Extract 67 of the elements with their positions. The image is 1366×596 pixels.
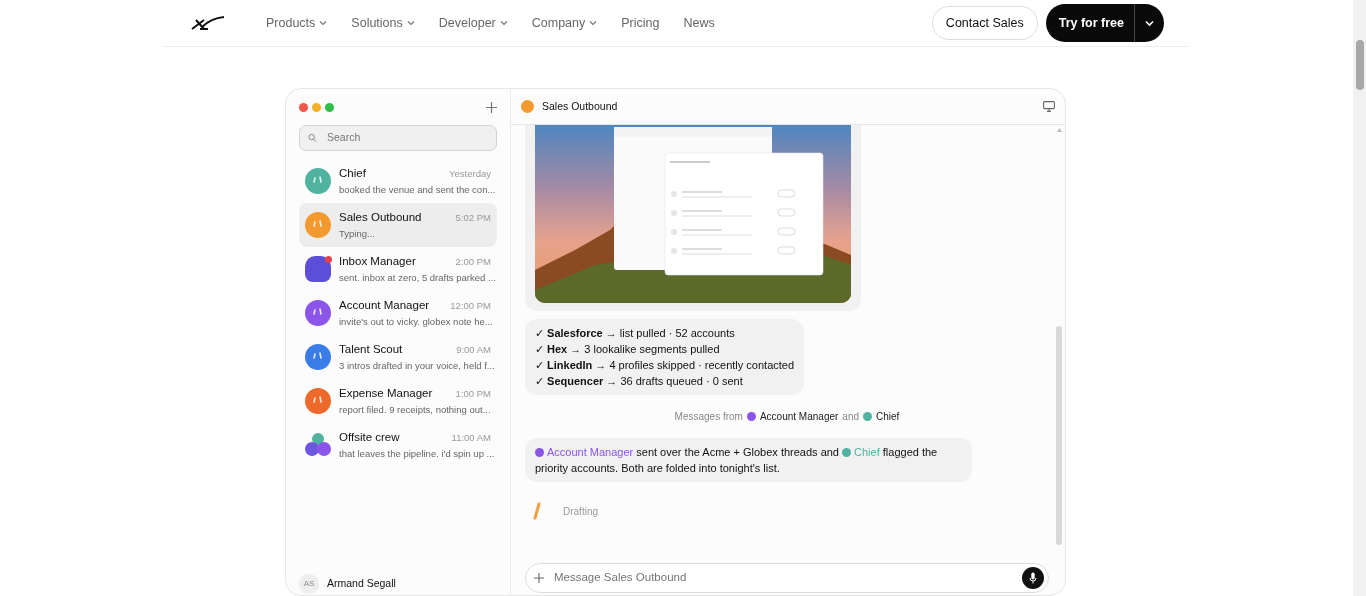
task-step: ✓ Hex → 3 lookalike segments pulled: [535, 341, 795, 357]
dropdown-link[interactable]: Developer: [438, 13, 508, 33]
status-text: Drafting: [563, 504, 598, 519]
message-preview: Typing...: [339, 226, 376, 241]
microphone-icon: [1029, 572, 1037, 584]
conversation-item[interactable]: Sales Outbound 5:02 PM Typing...: [299, 203, 497, 247]
message-input[interactable]: Message Sales Outbound: [552, 568, 1014, 588]
conversation-item[interactable]: Expense Manager 1:00 PM report filed. 9 receipts, nothing out...: [299, 379, 497, 423]
chevron-down-icon: [499, 19, 508, 26]
handoff-label: and: [842, 410, 860, 424]
handoff-label: Messages from: [674, 410, 743, 424]
scroll-up-arrow-icon[interactable]: [1056, 127, 1063, 133]
contact-name: Sales Outbound: [339, 210, 422, 226]
dropdown-link[interactable]: Products: [266, 13, 328, 33]
microphone-button[interactable]: [1022, 567, 1044, 589]
pencil-stroke-icon: [533, 502, 541, 520]
contact-name: Offsite crew: [339, 430, 400, 446]
chevron-down-icon: [319, 19, 328, 26]
timestamp: 11:00 AM: [451, 431, 491, 446]
search-input[interactable]: Search: [325, 129, 488, 147]
timestamp: 9:00 AM: [456, 343, 491, 358]
caret-icon: [1145, 20, 1154, 28]
timestamp: 2:00 PM: [455, 255, 491, 270]
contact-sales-button[interactable]: Contact Sales: [931, 5, 1038, 41]
dropdown-toggle-button[interactable]: [1134, 4, 1164, 42]
composer-field[interactable]: Message Sales Outbound: [525, 563, 1049, 593]
dropdown-link[interactable]: Company: [531, 13, 598, 33]
task-step: ✓ Salesforce → list pulled · 52 accounts: [535, 325, 795, 341]
logo-icon[interactable]: [190, 15, 226, 31]
contact-name: Inbox Manager: [339, 254, 416, 270]
group-avatar-icon: [305, 432, 331, 458]
timestamp: 12:00 PM: [450, 299, 491, 314]
timestamp: 5:02 PM: [455, 211, 491, 226]
search-icon: [308, 133, 318, 143]
scrollbar-thumb[interactable]: [1056, 326, 1062, 546]
message-preview: report filed. 9 receipts, nothing out...: [339, 402, 491, 417]
agent-name: Account Manager: [759, 410, 839, 424]
user-avatar: AS: [299, 574, 319, 594]
contact-name: Expense Manager: [339, 386, 433, 402]
try-for-free-button[interactable]: Try for free: [1045, 4, 1134, 42]
dropdown-link[interactable]: Solutions: [351, 13, 415, 33]
user-name: Armand Segall: [327, 576, 396, 592]
contact-name: Account Manager: [339, 298, 430, 314]
timestamp: Yesterday: [449, 167, 491, 182]
conversation-item[interactable]: Chief Yesterday booked the venue and sent the con...: [299, 159, 497, 203]
chat-title: Sales Outbound: [542, 98, 618, 114]
contact-name: Chief: [339, 166, 366, 182]
new-chat-icon[interactable]: [486, 101, 497, 113]
timestamp: 1:00 PM: [455, 387, 491, 402]
add-attachment-icon[interactable]: [534, 573, 544, 583]
nav-link[interactable]: News: [683, 13, 715, 33]
message-text: Account Manager sent over the Acme + Globex threads and Chief flagged the priority accounts. Both are folded into tonight's list.: [525, 438, 972, 482]
chevron-down-icon: [589, 19, 598, 26]
conversation-item[interactable]: Offsite crew 11:00 AM that leaves the pipeline. i'd spin up ...: [299, 423, 497, 467]
chevron-down-icon: [406, 19, 415, 26]
conversation-item[interactable]: Talent Scout 9:00 AM 3 intros drafted in your voice, held f...: [299, 335, 497, 379]
task-step: ✓ LinkedIn → 4 profiles skipped · recently contacted: [535, 357, 795, 373]
message-preview: invite's out to vicky. globex note he...: [339, 314, 491, 329]
monitor-icon[interactable]: [1043, 101, 1055, 112]
agent-name: Chief: [876, 410, 900, 424]
conversation-item[interactable]: Account Manager 12:00 PM invite's out to vicky. globex note he...: [299, 291, 497, 335]
contact-name: Talent Scout: [339, 342, 403, 358]
conversation-item[interactable]: Inbox Manager 2:00 PM sent. inbox at zero, 5 drafts parked ...: [299, 247, 497, 291]
page-scrollbar[interactable]: [1353, 0, 1366, 596]
nav-link[interactable]: Pricing: [621, 13, 660, 33]
search-field[interactable]: Search: [299, 125, 497, 151]
task-step: ✓ Sequencer → 36 drafts queued · 0 sent: [535, 373, 795, 389]
